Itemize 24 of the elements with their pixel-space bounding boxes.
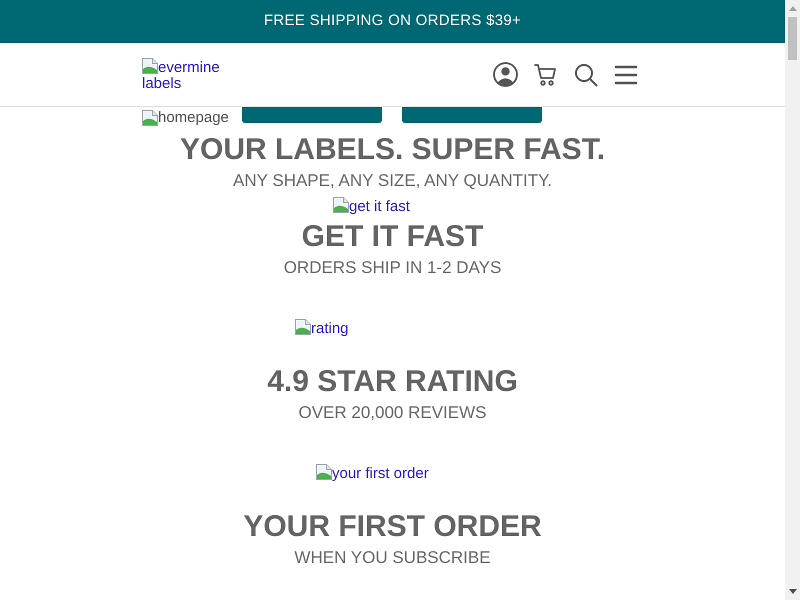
broken-image-icon [316, 464, 332, 480]
image-alt-link[interactable]: your first order [316, 464, 429, 480]
feature-heading: 4.9 STAR RATING [266, 364, 519, 400]
feature-heading: GET IT FAST [300, 219, 484, 255]
broken-image-icon [295, 319, 311, 335]
scrollbar-thumb[interactable] [788, 17, 797, 60]
hero-subheading: ANY SHAPE, ANY SIZE, ANY QUANTITY. [232, 170, 554, 192]
broken-image-icon [142, 110, 158, 126]
broken-image-icon [142, 58, 158, 74]
broken-image-icon [333, 197, 349, 213]
feature-subheading: ORDERS SHIP IN 1-2 DAYS [282, 257, 502, 279]
feature-subheading: WHEN YOU SUBSCRIBE [293, 547, 492, 569]
feature-subheading: OVER 20,000 REVIEWS [297, 402, 488, 424]
image-alt-link[interactable]: rating [295, 319, 349, 335]
logo-link[interactable]: evermine labels [142, 58, 234, 92]
feature-heading: YOUR FIRST ORDER [242, 509, 543, 545]
scroll-down-icon[interactable] [788, 589, 796, 594]
free-shipping-text: FREE SHIPPING ON ORDERS $39+ [264, 11, 522, 32]
image-alt-link[interactable]: get it fast [333, 197, 410, 213]
cart-icon[interactable] [534, 62, 558, 86]
account-icon[interactable] [493, 62, 518, 87]
image-alt-text: homepage [158, 110, 229, 126]
hero-heading: YOUR LABELS. SUPER FAST. [178, 132, 606, 168]
search-icon[interactable] [574, 62, 598, 86]
